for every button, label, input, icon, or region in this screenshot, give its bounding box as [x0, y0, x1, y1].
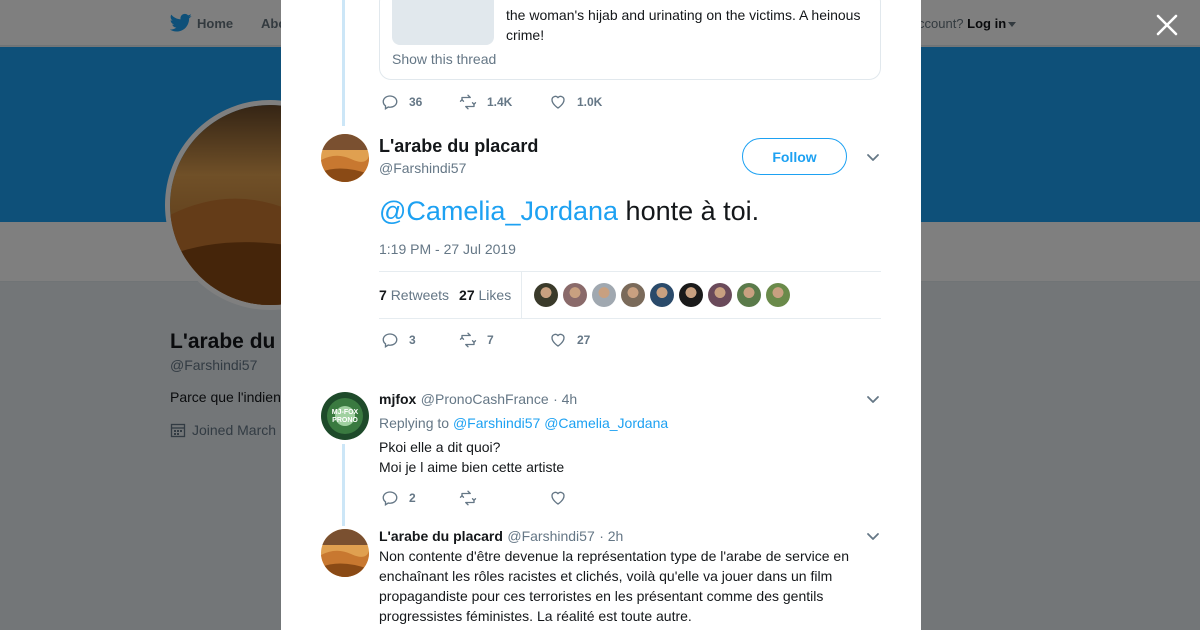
reply-author-handle[interactable]: @Farshindi57: [507, 528, 594, 544]
like-count: 27: [577, 333, 591, 347]
reply-count: 3: [409, 333, 416, 347]
retweet-button[interactable]: 1.4K: [459, 93, 549, 111]
reply-count: 36: [409, 95, 423, 109]
show-thread-link[interactable]: Show this thread: [392, 51, 496, 67]
like-button[interactable]: 27: [549, 331, 590, 349]
liker-avatar[interactable]: [563, 283, 588, 307]
retweet-button[interactable]: [459, 489, 549, 507]
reply-author-name[interactable]: L'arabe du placard: [379, 528, 503, 544]
retweet-stat-count: 7: [379, 287, 387, 303]
liker-avatar[interactable]: [592, 283, 617, 307]
quoted-tweet-card[interactable]: the woman's hijab and urinating on the v…: [379, 0, 881, 80]
liker-avatar[interactable]: [708, 283, 733, 307]
retweet-button[interactable]: 7: [459, 331, 549, 349]
reply-actions: 2: [381, 489, 577, 507]
liker-avatar[interactable]: [766, 283, 791, 307]
stats-divider: [521, 272, 523, 318]
reply-text: Pkoi elle a dit quoi? Moi je l aime bien…: [379, 437, 564, 477]
main-tweet-author-handle[interactable]: @Farshindi57: [379, 160, 466, 176]
reply-header: mjfox @PronoCashFrance · 4h: [379, 391, 577, 409]
reply-icon: [382, 491, 398, 506]
quoted-text-line: crime!: [506, 27, 545, 43]
mention-link[interactable]: @Farshindi57: [453, 415, 540, 431]
avatar-logo-text: MJ-FOX: [332, 409, 359, 416]
like-button[interactable]: 1.0K: [549, 93, 602, 111]
reply-icon: [382, 333, 398, 348]
replying-to: Replying to @Farshindi57 @Camelia_Jordan…: [379, 415, 668, 431]
chevron-down-icon[interactable]: [866, 150, 880, 164]
avatar-logo-text: PRONO: [332, 417, 358, 424]
desert-avatar-image: [321, 529, 369, 577]
follow-button[interactable]: Follow: [742, 138, 847, 175]
reply-count: 2: [409, 491, 416, 505]
reply-text-line: progressistes féministes. La réalité est…: [379, 608, 692, 624]
thread-line: [342, 444, 345, 526]
liker-avatars: [534, 283, 791, 307]
heart-icon: [551, 95, 565, 109]
reply-text-line: Moi je l aime bien cette artiste: [379, 459, 565, 475]
liker-avatar[interactable]: [534, 283, 559, 307]
tweet-timestamp[interactable]: 1:19 PM - 27 Jul 2019: [379, 241, 516, 257]
quoted-media-thumbnail: [392, 0, 494, 45]
chevron-down-icon[interactable]: [866, 529, 880, 543]
reply-button[interactable]: 2: [381, 489, 459, 507]
liker-avatar[interactable]: [621, 283, 646, 307]
main-tweet-actions: 3 7 27: [381, 331, 590, 349]
quoted-tweet-text: the woman's hijab and urinating on the v…: [506, 5, 876, 45]
main-tweet-text: @Camelia_Jordana honte à toi.: [379, 195, 759, 227]
replying-to-label: Replying to: [379, 415, 450, 431]
retweet-icon: [459, 332, 477, 348]
like-stat[interactable]: 27 Likes: [459, 287, 511, 303]
retweet-count: 1.4K: [487, 95, 513, 109]
like-stat-count: 27: [459, 287, 475, 303]
like-button[interactable]: [549, 489, 577, 507]
reply-time[interactable]: · 4h: [553, 391, 577, 407]
main-tweet-body: honte à toi.: [618, 196, 760, 226]
reply-text-line: enchaînant les rôles racistes et clichés…: [379, 568, 833, 584]
like-count: 1.0K: [577, 95, 603, 109]
reply-text: Non contente d'être devenue la représent…: [379, 546, 879, 626]
reply-icon: [382, 95, 398, 110]
retweet-stat[interactable]: 7 Retweets: [379, 287, 449, 303]
chevron-down-icon[interactable]: [866, 392, 880, 406]
reply-button[interactable]: 36: [381, 93, 459, 111]
retweet-count: 7: [487, 333, 494, 347]
retweet-icon: [459, 490, 477, 506]
reply-author-name[interactable]: mjfox: [379, 391, 416, 407]
tweet-stats: 7 Retweets 27 Likes: [379, 271, 881, 319]
reply-header: L'arabe du placard @Farshindi57 · 2h: [379, 528, 623, 546]
thread-line: [342, 0, 345, 126]
main-tweet-avatar[interactable]: [321, 134, 369, 182]
close-icon[interactable]: [1154, 12, 1180, 38]
reply-author-handle[interactable]: @PronoCashFrance: [421, 391, 549, 407]
desert-avatar-image: [321, 134, 369, 182]
mention-link[interactable]: @Camelia_Jordana: [544, 415, 668, 431]
mention-link[interactable]: @Camelia_Jordana: [379, 196, 618, 226]
like-stat-label: Likes: [478, 287, 512, 303]
retweet-stat-label: Retweets: [390, 287, 450, 303]
heart-icon: [551, 333, 565, 347]
reply-button[interactable]: 3: [381, 331, 459, 349]
main-tweet-author-name[interactable]: L'arabe du placard: [379, 136, 538, 157]
reply-text-line: Non contente d'être devenue la représent…: [379, 548, 849, 564]
quoted-text-line: the woman's hijab and urinating on the v…: [506, 7, 861, 23]
retweet-icon: [459, 94, 477, 110]
liker-avatar[interactable]: [679, 283, 704, 307]
liker-avatar[interactable]: [650, 283, 675, 307]
tweet-actions: 36 1.4K 1.0K: [381, 93, 602, 111]
reply-avatar[interactable]: MJ-FOX PRONO: [321, 392, 369, 440]
reply-text-line: Pkoi elle a dit quoi?: [379, 439, 501, 455]
liker-avatar[interactable]: [737, 283, 762, 307]
reply-time[interactable]: · 2h: [599, 528, 623, 544]
reply-text-line: propagandiste pour ces terroristes en le…: [379, 588, 824, 604]
reply-avatar[interactable]: [321, 529, 369, 577]
heart-icon: [551, 491, 565, 505]
mjfox-avatar-image: MJ-FOX PRONO: [321, 392, 369, 440]
